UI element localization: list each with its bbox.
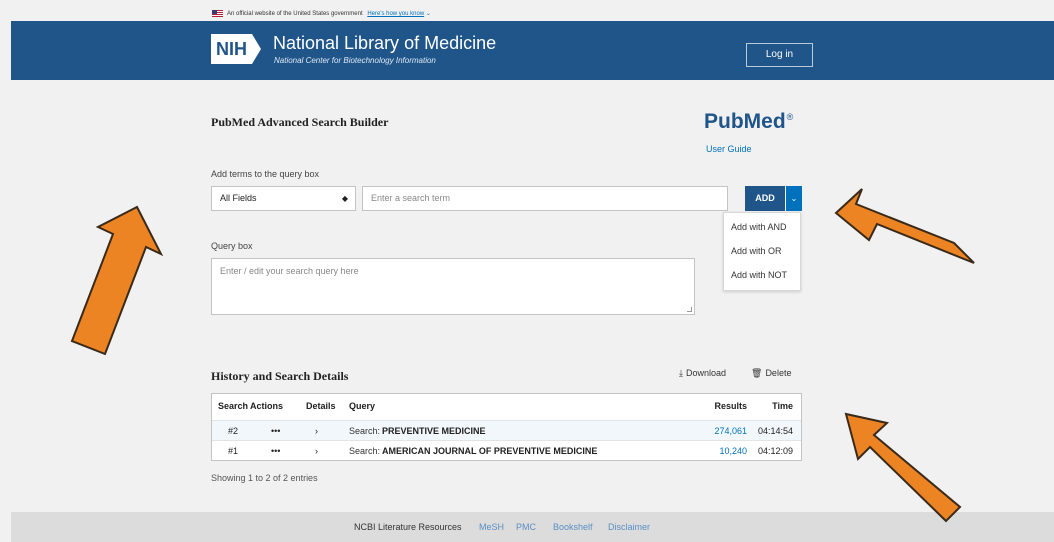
- row-results-link[interactable]: 10,240: [719, 441, 747, 461]
- chevron-down-icon[interactable]: ⌄: [426, 11, 431, 17]
- footer-link-pmc[interactable]: PMC: [516, 522, 536, 532]
- how-you-know-link[interactable]: Here's how you know: [367, 11, 424, 17]
- row-time: 04:12:09: [757, 446, 793, 456]
- menu-item-add-or[interactable]: Add with OR: [724, 239, 800, 263]
- row-query-term: PREVENTIVE MEDICINE: [382, 426, 486, 436]
- row-query: Search: PREVENTIVE MEDICINE: [349, 421, 486, 441]
- brand-title[interactable]: National Library of Medicine: [273, 33, 496, 54]
- row-search-number: #2: [228, 426, 239, 436]
- pubmed-logo-text: PubMed: [704, 110, 786, 133]
- resize-handle-icon[interactable]: [687, 307, 692, 312]
- col-details: Details: [306, 401, 336, 411]
- row-details-toggle[interactable]: ›: [315, 441, 318, 461]
- field-select[interactable]: All Fields ◆: [211, 186, 356, 211]
- entries-count: Showing 1 to 2 of 2 entries: [211, 473, 318, 483]
- gov-banner: An official website of the United States…: [0, 9, 1054, 19]
- nih-logo[interactable]: NIH: [211, 34, 261, 64]
- chevron-down-icon: ⌄: [790, 194, 798, 203]
- row-search-number: #1: [228, 446, 239, 456]
- arrow-history-annotation: [844, 412, 962, 523]
- footer: NCBI Literature Resources MeSH PMC Books…: [11, 512, 1054, 542]
- col-actions: Actions: [250, 401, 284, 411]
- footer-link-bookshelf[interactable]: Bookshelf: [553, 522, 593, 532]
- menu-item-add-and[interactable]: Add with AND: [724, 215, 800, 239]
- query-box-placeholder: Enter / edit your search query here: [220, 266, 359, 276]
- row-query-prefix: Search:: [349, 446, 381, 456]
- trash-icon: 🗑: [751, 368, 763, 378]
- menu-item-add-not[interactable]: Add with NOT: [724, 263, 800, 287]
- col-results: Results: [714, 401, 747, 411]
- search-term-input[interactable]: Enter a search term: [362, 186, 728, 211]
- row-actions-button[interactable]: •••: [271, 421, 280, 441]
- table-row: #1 ••• › Search: AMERICAN JOURNAL OF PREV…: [212, 440, 801, 460]
- add-dropdown-toggle[interactable]: ⌄: [786, 186, 802, 211]
- page-title: PubMed Advanced Search Builder: [211, 115, 389, 129]
- col-time: Time: [772, 401, 793, 411]
- login-button[interactable]: Log in: [746, 43, 813, 67]
- delete-button[interactable]: 🗑 Delete: [751, 368, 791, 379]
- us-flag-icon: [212, 10, 223, 17]
- user-guide-link[interactable]: User Guide: [706, 144, 752, 154]
- history-table: Search Actions Details Query Results Tim…: [211, 393, 802, 461]
- site-header: NIH National Library of Medicine Nationa…: [11, 21, 1054, 80]
- row-query-term: AMERICAN JOURNAL OF PREVENTIVE MEDICINE: [382, 446, 598, 456]
- row-query: Search: AMERICAN JOURNAL OF PREVENTIVE ME…: [349, 441, 597, 461]
- arrow-dropdown-annotation: [834, 188, 975, 264]
- download-button[interactable]: ⤓ Download: [679, 368, 726, 379]
- add-dropdown-menu: Add with AND Add with OR Add with NOT: [723, 212, 801, 291]
- row-details-toggle[interactable]: ›: [315, 421, 318, 441]
- updown-caret-icon: ◆: [341, 194, 348, 203]
- history-title: History and Search Details: [211, 369, 349, 383]
- row-actions-button[interactable]: •••: [271, 441, 280, 461]
- query-box-label: Query box: [211, 241, 253, 251]
- query-box[interactable]: Enter / edit your search query here: [211, 258, 695, 315]
- footer-link-mesh[interactable]: MeSH: [479, 522, 504, 532]
- row-time: 04:14:54: [757, 426, 793, 436]
- field-select-value: All Fields: [220, 193, 257, 203]
- add-button[interactable]: ADD: [745, 186, 785, 211]
- add-terms-label: Add terms to the query box: [211, 169, 320, 179]
- registered-mark: ®: [786, 112, 794, 122]
- row-results-link[interactable]: 274,061: [714, 421, 747, 441]
- row-query-prefix: Search:: [349, 426, 381, 436]
- gov-banner-text: An official website of the United States…: [227, 11, 363, 17]
- brand-subtitle: National Center for Biotechnology Inform…: [274, 56, 436, 65]
- table-row: #2 ••• › Search: PREVENTIVE MEDICINE 274,…: [212, 420, 801, 440]
- col-search: Search: [218, 401, 249, 411]
- footer-title: NCBI Literature Resources: [354, 522, 462, 532]
- footer-link-disclaimer[interactable]: Disclaimer: [608, 522, 650, 532]
- pubmed-logo[interactable]: PubMed®: [704, 110, 793, 134]
- col-query: Query: [349, 401, 376, 411]
- delete-label: Delete: [765, 368, 792, 378]
- table-header: Search Actions Details Query Results Tim…: [212, 394, 801, 420]
- arrow-left-annotation: [70, 205, 164, 356]
- download-icon: ⤓: [679, 368, 683, 378]
- download-label: Download: [685, 368, 727, 378]
